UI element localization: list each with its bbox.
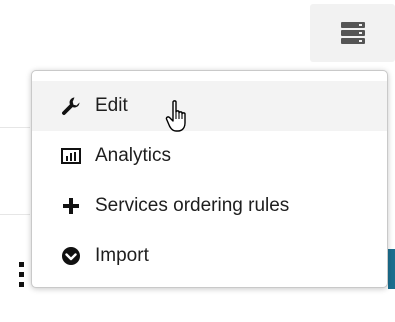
plus-icon <box>60 195 82 217</box>
background-kebab-icon[interactable] <box>19 262 25 288</box>
menu-item-label: Services ordering rules <box>95 195 290 216</box>
wrench-icon <box>60 95 82 117</box>
actions-dropdown-menu: Edit Analytics Services ordering rules I… <box>31 70 388 288</box>
menu-item-import[interactable]: Import <box>32 231 387 281</box>
actions-menu-toggle-button[interactable] <box>310 4 395 62</box>
bar-chart-icon <box>60 145 82 167</box>
menu-item-label: Analytics <box>95 145 172 166</box>
circle-arrow-down-icon <box>60 245 82 267</box>
menu-item-edit[interactable]: Edit <box>32 81 387 131</box>
background-accent-button[interactable] <box>388 249 395 289</box>
background-divider <box>0 214 30 215</box>
menu-item-analytics[interactable]: Analytics <box>32 131 387 181</box>
page: Edit Analytics Services ordering rules I… <box>0 0 395 322</box>
menu-item-services-ordering-rules[interactable]: Services ordering rules <box>32 181 387 231</box>
menu-item-label: Import <box>95 245 149 266</box>
background-divider <box>0 127 30 128</box>
server-stack-icon <box>340 22 365 44</box>
menu-item-label: Edit <box>95 95 128 116</box>
